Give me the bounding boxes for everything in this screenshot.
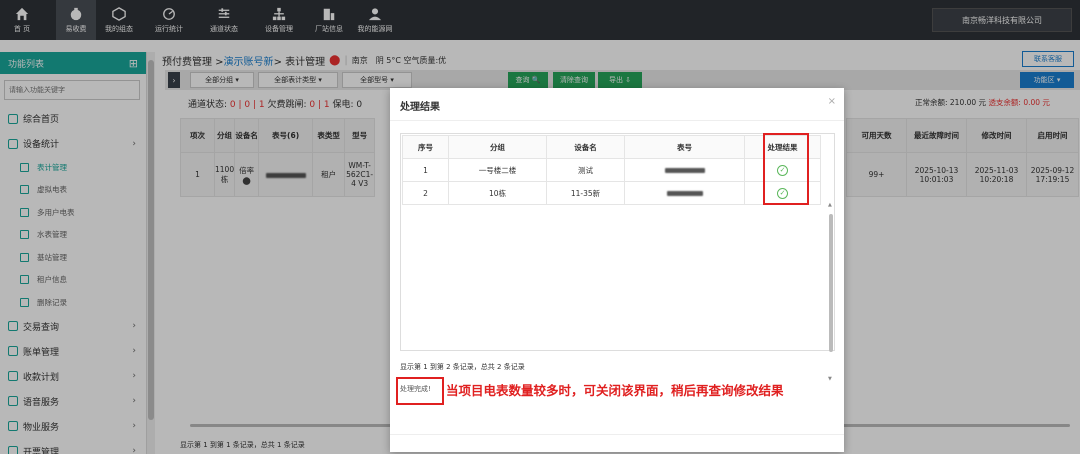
table-cell: 10栋 bbox=[448, 181, 547, 205]
table-cell: 1 bbox=[402, 158, 449, 182]
column-header[interactable]: 设备名 bbox=[546, 135, 625, 159]
masked-meter-number bbox=[664, 168, 705, 173]
result-table: 序号 分组 设备名 表号 处理结果 1 一号楼二楼 测试 ✓ 2 10栋 11-… bbox=[402, 135, 821, 205]
table-cell bbox=[624, 181, 745, 205]
close-icon[interactable]: × bbox=[828, 96, 836, 107]
table-cell: 11-35新 bbox=[546, 181, 625, 205]
column-header[interactable]: 序号 bbox=[402, 135, 449, 159]
masked-meter-number bbox=[666, 191, 703, 196]
column-header[interactable]: 表号 bbox=[624, 135, 745, 159]
table-row[interactable]: 1 一号楼二楼 测试 ✓ bbox=[402, 158, 821, 182]
table-cell: 2 bbox=[402, 181, 449, 205]
dialog-title: 处理结果 bbox=[400, 102, 440, 113]
table-cell bbox=[624, 158, 745, 182]
column-header[interactable]: 分组 bbox=[448, 135, 547, 159]
divider bbox=[390, 120, 844, 121]
result-record-count: 显示第 1 到第 2 条记录，总共 2 条记录 bbox=[400, 363, 525, 371]
table-cell: 测试 bbox=[546, 158, 625, 182]
scroll-up-icon[interactable]: ▲ bbox=[828, 202, 832, 208]
annotation-note: 当项目电表数量较多时，可关闭该界面，稍后再查询修改结果 bbox=[446, 383, 784, 398]
process-done-text: 处理完成! bbox=[400, 385, 431, 393]
scroll-down-icon[interactable]: ▼ bbox=[828, 376, 832, 382]
table-cell: 一号楼二楼 bbox=[448, 158, 547, 182]
highlight-box bbox=[763, 133, 809, 205]
divider bbox=[390, 434, 844, 435]
result-table-scrollbar[interactable]: ▲ ▼ bbox=[827, 202, 835, 382]
scrollbar-thumb[interactable] bbox=[829, 214, 833, 352]
table-row[interactable]: 2 10栋 11-35新 ✓ bbox=[402, 181, 821, 205]
